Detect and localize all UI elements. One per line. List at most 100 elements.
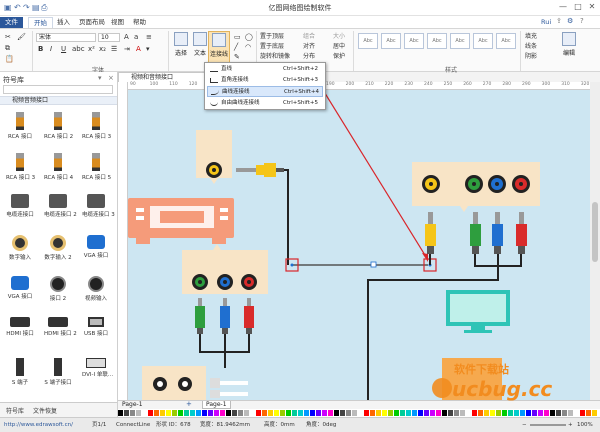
color-swatch[interactable] [472, 410, 477, 416]
color-swatch[interactable] [334, 410, 339, 416]
color-swatch[interactable] [514, 410, 519, 416]
style-box[interactable]: Abc [450, 33, 470, 49]
font-color-icon[interactable]: A [136, 45, 141, 54]
symbol-item[interactable]: USB 接口 [82, 317, 110, 347]
text-tool-button[interactable]: 文本 [191, 31, 209, 61]
rectangle-icon[interactable]: ▭ [234, 33, 241, 42]
menu-help[interactable]: 帮助 [128, 17, 151, 28]
menu-home[interactable]: 开始 [28, 17, 53, 28]
symbol-item[interactable]: RCA 接口 4 [44, 153, 73, 183]
help-icon[interactable]: ? [580, 17, 584, 25]
color-swatch[interactable] [286, 410, 291, 416]
connector-tool-button[interactable]: 连接线 [208, 31, 230, 65]
color-swatch[interactable] [148, 410, 153, 416]
color-swatch[interactable] [298, 410, 303, 416]
color-swatch[interactable] [394, 410, 399, 416]
television[interactable] [446, 290, 510, 333]
symbol-item[interactable]: 电缆连接口 [6, 194, 34, 224]
symbol-item[interactable]: 电缆连接口 3 [82, 194, 115, 224]
select-tool-button[interactable]: 选择 [172, 31, 190, 61]
color-swatch[interactable] [526, 410, 531, 416]
color-swatch[interactable] [154, 410, 159, 416]
audio-jack-panel[interactable] [142, 366, 248, 400]
menu-item-curved-connector[interactable]: 曲线连接线 Ctrl+Shift+4 [207, 86, 323, 97]
protect-button[interactable]: 保护 [333, 52, 345, 61]
share-icon[interactable]: ⇪ [556, 17, 562, 25]
line-icon[interactable]: ╱ [234, 43, 238, 52]
menu-item-right-angle-connector[interactable]: 直角连接线 Ctrl+Shift+3 [207, 75, 323, 86]
color-swatch[interactable] [202, 410, 207, 416]
vertical-scrollbar[interactable] [590, 82, 600, 400]
color-swatch[interactable] [412, 410, 417, 416]
symbol-item[interactable]: S 端子接口 [44, 358, 72, 388]
color-swatch[interactable] [466, 410, 471, 416]
style-box[interactable]: Abc [404, 33, 424, 49]
bring-to-front-button[interactable]: 置于顶层 [260, 32, 284, 41]
symbol-item[interactable]: 视频输入 [82, 276, 110, 306]
color-swatch[interactable] [214, 410, 219, 416]
paste-icon[interactable]: 📋 [5, 55, 14, 64]
style-box[interactable]: Abc [358, 33, 378, 49]
color-swatch[interactable] [268, 410, 273, 416]
color-swatch[interactable] [316, 410, 321, 416]
av-receiver[interactable] [128, 198, 234, 244]
color-swatch[interactable] [580, 410, 585, 416]
edit-button[interactable]: 编辑 [560, 31, 578, 61]
color-swatch[interactable] [586, 410, 591, 416]
color-swatch[interactable] [406, 410, 411, 416]
minimize-button[interactable]: — [556, 2, 570, 13]
superscript-icon[interactable]: x² [88, 45, 95, 54]
color-swatch[interactable] [496, 410, 501, 416]
color-swatch[interactable] [508, 410, 513, 416]
color-swatch[interactable] [340, 410, 345, 416]
close-button[interactable]: ✕ [585, 2, 599, 13]
zoom-slider[interactable] [530, 424, 566, 426]
color-swatch[interactable] [274, 410, 279, 416]
color-swatch[interactable] [190, 410, 195, 416]
color-swatch[interactable] [136, 410, 141, 416]
color-swatch[interactable] [352, 410, 357, 416]
color-swatch[interactable] [418, 410, 423, 416]
cut-icon[interactable]: ✂ [5, 33, 11, 42]
group-button[interactable]: 组合 [303, 32, 315, 41]
color-swatch[interactable] [322, 410, 327, 416]
color-swatch[interactable] [400, 410, 405, 416]
menu-file[interactable]: 文件 [0, 17, 23, 28]
symbol-item[interactable]: 数字输入 2 [44, 235, 72, 265]
menu-item-freeform-connector[interactable]: 自由曲线连接线 Ctrl+Shift+5 [207, 98, 323, 109]
arc-icon[interactable]: ◠ [245, 43, 251, 52]
color-swatch[interactable] [304, 410, 309, 416]
copy-icon[interactable]: ⧉ [5, 44, 10, 53]
zoom-in-icon[interactable]: + [568, 418, 573, 432]
zoom-out-icon[interactable]: − [522, 418, 527, 432]
page-prev-tab[interactable]: Page-1 [122, 401, 143, 408]
color-swatch[interactable] [448, 410, 453, 416]
grow-font-icon[interactable]: A [124, 33, 129, 42]
color-swatch[interactable] [160, 410, 165, 416]
subscript-icon[interactable]: x₂ [99, 45, 106, 54]
symbol-item[interactable]: VGA 接口 [6, 276, 34, 306]
color-swatch[interactable] [178, 410, 183, 416]
symbol-item[interactable]: RCA 接口 3 [82, 112, 111, 142]
add-page-button[interactable]: + [186, 400, 192, 408]
color-swatch[interactable] [424, 410, 429, 416]
color-swatch[interactable] [358, 410, 363, 416]
symbol-item[interactable]: RCA 接口 2 [44, 112, 73, 142]
color-swatch[interactable] [124, 410, 129, 416]
fill-button[interactable]: 填充 [525, 32, 537, 41]
symbol-item[interactable]: HDMI 接口 [6, 317, 34, 347]
underline-icon[interactable]: U [61, 45, 66, 54]
format-painter-icon[interactable]: 🖌 [17, 33, 26, 42]
color-swatch[interactable] [556, 410, 561, 416]
symbol-item[interactable]: 电缆连接口 2 [44, 194, 77, 224]
color-swatch[interactable] [382, 410, 387, 416]
tab-file-recovery[interactable]: 文件恢复 [33, 406, 57, 415]
color-swatch[interactable] [346, 410, 351, 416]
color-swatch[interactable] [592, 410, 597, 416]
color-swatch[interactable] [196, 410, 201, 416]
color-swatch[interactable] [184, 410, 189, 416]
italic-icon[interactable]: I [50, 45, 52, 54]
color-swatch[interactable] [364, 410, 369, 416]
color-swatch[interactable] [544, 410, 549, 416]
symbol-item[interactable]: RCA 接口 5 [82, 153, 111, 183]
